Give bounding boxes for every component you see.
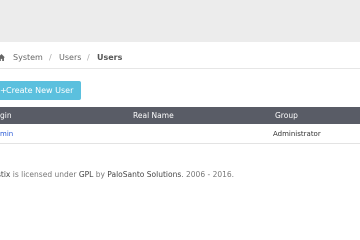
- footer-text: is licensed under: [10, 170, 79, 179]
- column-header-login[interactable]: gin: [0, 107, 12, 124]
- breadcrumb-separator: /: [87, 53, 90, 62]
- footer-product[interactable]: stix: [0, 170, 10, 179]
- breadcrumb-current: Users: [97, 53, 123, 62]
- table-header: gin Real Name Group: [0, 107, 360, 124]
- table-row: min Administrator: [0, 125, 360, 144]
- column-header-group[interactable]: Group: [275, 107, 298, 124]
- column-header-real-name[interactable]: Real Name: [133, 107, 174, 124]
- top-bar: [0, 0, 360, 42]
- user-group: Administrator: [273, 130, 321, 138]
- footer: stix is licensed under GPL by PaloSanto …: [0, 170, 234, 179]
- home-icon[interactable]: [0, 54, 5, 61]
- footer-years: . 2006 - 2016.: [181, 170, 235, 179]
- footer-text: by: [93, 170, 108, 179]
- user-login-link[interactable]: min: [0, 125, 13, 143]
- breadcrumb: System / Users / Users: [0, 48, 360, 69]
- breadcrumb-users[interactable]: Users: [59, 53, 81, 62]
- create-button-label: Create New User: [6, 86, 74, 95]
- footer-license-link[interactable]: GPL: [79, 170, 94, 179]
- footer-company-link[interactable]: PaloSanto Solutions: [107, 170, 181, 179]
- breadcrumb-separator: /: [49, 53, 52, 62]
- breadcrumb-system[interactable]: System: [13, 53, 43, 62]
- create-new-user-button[interactable]: + Create New User: [0, 81, 81, 100]
